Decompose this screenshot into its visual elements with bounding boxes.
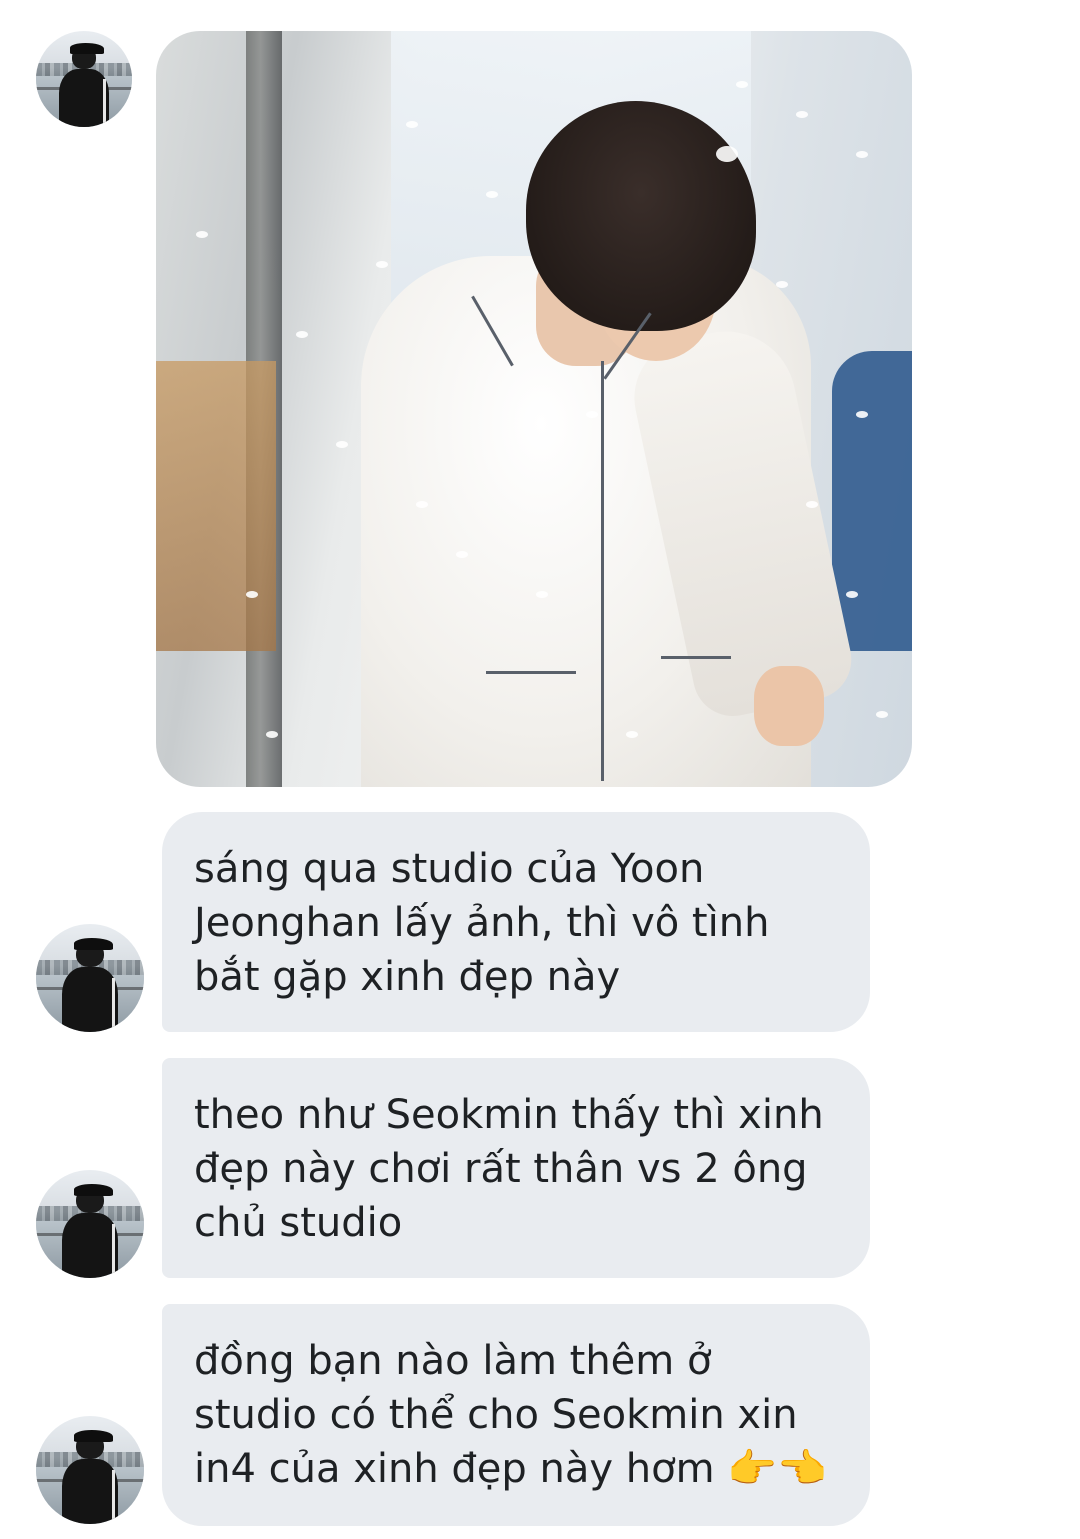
sender-avatar[interactable] (36, 1416, 144, 1524)
avatar-cap (73, 938, 113, 950)
petal (846, 591, 858, 598)
avatar-stripe (111, 1470, 115, 1524)
petal (296, 331, 308, 338)
message-bubble[interactable]: đồng bạn nào làm thêm ở studio có thể ch… (162, 1304, 870, 1526)
message-text: sáng qua studio của Yoon Jeonghan lấy ản… (194, 846, 770, 1000)
avatar-stripe (103, 79, 107, 127)
petal (856, 411, 868, 418)
petal (856, 151, 868, 158)
petal (776, 281, 788, 288)
avatar-person (61, 1459, 119, 1524)
photo-bg-shelf (156, 361, 276, 651)
petal (196, 231, 208, 238)
petal (416, 501, 428, 508)
avatar-cap (69, 43, 105, 55)
photo-hand (754, 666, 824, 746)
message-text: đồng bạn nào làm thêm ở studio có thể ch… (194, 1338, 798, 1492)
avatar-cap (73, 1184, 113, 1196)
avatar-person (61, 1213, 119, 1278)
petal (536, 591, 548, 598)
petal (796, 111, 808, 118)
petal (456, 551, 468, 558)
petal (716, 146, 738, 162)
petal (876, 711, 888, 718)
petal (376, 261, 388, 268)
petal (626, 731, 638, 738)
avatar-stripe (111, 1224, 115, 1278)
sender-avatar[interactable] (36, 924, 144, 1032)
photo-bg-blue (832, 351, 912, 651)
avatar-cap (73, 1430, 113, 1442)
sender-avatar[interactable] (36, 1170, 144, 1278)
photo-placket (601, 361, 604, 781)
message-text: theo như Seokmin thấy thì xinh đẹp này c… (194, 1092, 824, 1246)
message-bubble[interactable]: theo như Seokmin thấy thì xinh đẹp này c… (162, 1058, 870, 1278)
pointing-fingers-emoji-icon: 👉👈 (727, 1446, 827, 1492)
petal (486, 191, 498, 198)
sender-avatar[interactable] (36, 31, 132, 127)
photo-message[interactable] (156, 31, 912, 787)
photo-pocket-right (661, 656, 731, 659)
petal (806, 501, 818, 508)
petal (586, 411, 598, 418)
petal (406, 121, 418, 128)
avatar-person (59, 69, 109, 127)
avatar-stripe (111, 978, 115, 1032)
petal (336, 441, 348, 448)
avatar-person (61, 967, 119, 1032)
petal (736, 81, 748, 88)
petal (246, 591, 258, 598)
message-bubble[interactable]: sáng qua studio của Yoon Jeonghan lấy ản… (162, 812, 870, 1032)
photo-pocket-left (486, 671, 576, 674)
petal (266, 731, 278, 738)
